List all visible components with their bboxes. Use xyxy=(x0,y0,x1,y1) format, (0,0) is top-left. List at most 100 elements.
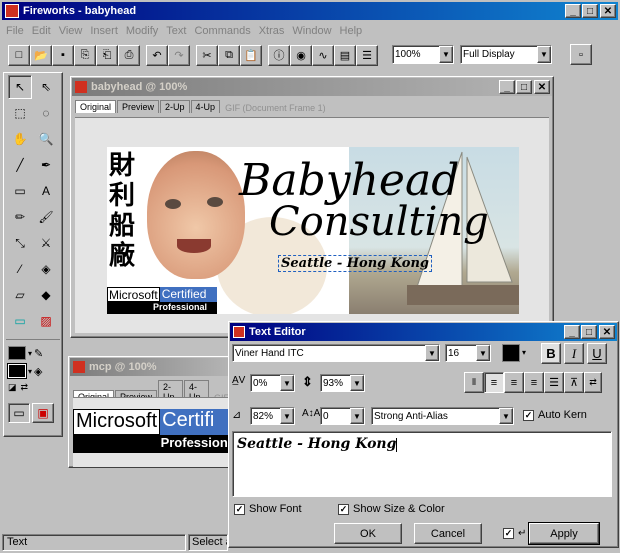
kerning-field[interactable]: 0% ▼ xyxy=(250,374,295,392)
tab-2up[interactable]: 2-Up xyxy=(160,100,190,113)
tab-preview[interactable]: Preview xyxy=(117,100,160,113)
color-icon[interactable]: ◉ xyxy=(290,44,312,66)
copy-icon[interactable]: ⧉ xyxy=(218,44,240,66)
redo-icon[interactable]: ↷ xyxy=(168,44,190,66)
stroke-icon[interactable]: ∿ xyxy=(312,44,334,66)
export-icon[interactable]: ⎗ xyxy=(96,44,118,66)
show-size-color-checkbox[interactable]: ✓ Show Size & Color xyxy=(338,503,445,515)
default-colors-icon[interactable]: ◪ xyxy=(8,382,17,393)
minimize-icon[interactable]: _ xyxy=(564,325,580,339)
pointer-icon[interactable]: ↖ xyxy=(8,75,32,99)
import-icon[interactable]: ⎘ xyxy=(74,44,96,66)
info-icon[interactable]: ⓘ xyxy=(268,44,290,66)
italic-button[interactable]: I xyxy=(564,343,584,364)
pen-icon[interactable]: ✒ xyxy=(34,153,58,177)
slice-icon[interactable]: ▨ xyxy=(34,309,58,333)
stroke-swatch[interactable] xyxy=(8,346,26,360)
lasso-icon[interactable]: ◌ xyxy=(34,101,58,125)
document-window-mcp: mcp @ 100% Original Preview 2-Up 4-Up GI… xyxy=(68,356,234,468)
menu-file[interactable]: File xyxy=(6,25,24,37)
align-center-icon[interactable]: ≡ xyxy=(504,372,524,393)
subselect-icon[interactable]: ⇖ xyxy=(34,75,58,99)
frames-icon[interactable]: ▤ xyxy=(334,44,356,66)
text-icon[interactable]: A xyxy=(34,179,58,203)
standard-view-icon[interactable]: ▭ xyxy=(8,403,30,423)
close-icon[interactable]: ✕ xyxy=(534,80,550,94)
menu-commands[interactable]: Commands xyxy=(194,25,250,37)
show-font-checkbox[interactable]: ✓ Show Font xyxy=(234,503,302,515)
align-left-icon[interactable]: ≡ xyxy=(484,372,504,393)
anti-alias-select[interactable]: Strong Anti-Alias ▼ xyxy=(371,407,514,425)
eyedropper-icon[interactable]: ⁄ xyxy=(8,257,32,281)
maximize-icon[interactable]: □ xyxy=(582,4,598,18)
swap-colors-icon[interactable]: ⇄ xyxy=(21,382,29,393)
paste-icon[interactable]: 📋 xyxy=(240,44,262,66)
hotspot-icon[interactable]: ▭ xyxy=(8,309,32,333)
scale-icon[interactable]: ⤡ xyxy=(8,231,32,255)
text-direction-icon[interactable]: ⇄ xyxy=(584,372,602,393)
menu-help[interactable]: Help xyxy=(340,25,363,37)
rubber-stamp-icon[interactable]: ◆ xyxy=(34,283,58,307)
save-icon[interactable]: ▪ xyxy=(52,44,74,66)
menu-window[interactable]: Window xyxy=(292,25,331,37)
vertical-text-icon[interactable]: ⫴ xyxy=(464,372,484,393)
apply-button[interactable]: Apply xyxy=(528,522,600,545)
chevron-down-icon[interactable]: ▾ xyxy=(28,349,32,358)
menu-edit[interactable]: Edit xyxy=(32,25,51,37)
paint-bucket-icon[interactable]: ◈ xyxy=(34,257,58,281)
horizontal-scale-field[interactable]: 82% ▼ xyxy=(250,407,295,425)
justify-icon[interactable]: ☰ xyxy=(544,372,564,393)
close-icon[interactable]: ✕ xyxy=(600,4,616,18)
new-icon[interactable]: □ xyxy=(8,44,30,66)
minimize-icon[interactable]: _ xyxy=(565,4,581,18)
menu-modify[interactable]: Modify xyxy=(126,25,158,37)
menu-text[interactable]: Text xyxy=(166,25,186,37)
leading-field[interactable]: 93% ▼ xyxy=(320,374,365,392)
location-text[interactable]: Seattle - Hong Kong xyxy=(278,255,432,272)
maximize-icon[interactable]: □ xyxy=(516,80,532,94)
menu-view[interactable]: View xyxy=(59,25,83,37)
knife-icon[interactable]: ⚔ xyxy=(34,231,58,255)
tab-4up[interactable]: 4-Up xyxy=(190,100,221,113)
stretch-icon[interactable]: ⊼ xyxy=(564,372,584,393)
brush-icon[interactable]: 🖌 xyxy=(34,205,58,229)
maximize-icon[interactable]: □ xyxy=(581,325,597,339)
undo-icon[interactable]: ↶ xyxy=(146,44,168,66)
cancel-button[interactable]: Cancel xyxy=(414,523,482,544)
text-color-swatch[interactable] xyxy=(502,344,520,362)
text-content: Seattle - Hong Kong xyxy=(237,436,397,452)
font-select[interactable]: Viner Hand ITC ▼ xyxy=(232,344,440,362)
size-select[interactable]: 16 ▼ xyxy=(445,344,491,362)
chevron-down-icon[interactable]: ▾ xyxy=(522,348,526,357)
zoom-icon[interactable]: 🔍 xyxy=(34,127,58,151)
eraser-icon[interactable]: ▱ xyxy=(8,283,32,307)
tab-original[interactable]: Original xyxy=(75,100,117,113)
hand-icon[interactable]: ✋ xyxy=(8,127,32,151)
align-right-icon[interactable]: ≡ xyxy=(524,372,544,393)
cut-icon[interactable]: ✂ xyxy=(196,44,218,66)
baseline-shift-field[interactable]: 0 ▼ xyxy=(320,407,365,425)
fullscreen-view-icon[interactable]: ▣ xyxy=(32,403,54,423)
display-select[interactable]: Full Display ▼ xyxy=(460,45,552,64)
marquee-icon[interactable]: ⬚ xyxy=(8,101,32,125)
bold-button[interactable]: B xyxy=(541,343,561,364)
ok-button[interactable]: OK xyxy=(334,523,402,544)
auto-kern-checkbox[interactable]: ✓ Auto Kern xyxy=(523,409,587,421)
fill-swatch[interactable] xyxy=(7,363,27,379)
underline-button[interactable]: U xyxy=(587,343,607,364)
page-icon[interactable]: ▫ xyxy=(570,44,592,65)
pencil-icon[interactable]: ✏ xyxy=(8,205,32,229)
minimize-icon[interactable]: _ xyxy=(499,80,515,94)
layers-icon[interactable]: ☰ xyxy=(356,44,378,66)
chevron-down-icon[interactable]: ▾ xyxy=(28,367,32,376)
rectangle-icon[interactable]: ▭ xyxy=(8,179,32,203)
open-icon[interactable]: 📂 xyxy=(30,44,52,66)
apply-auto-checkbox[interactable]: ✓ ↵ xyxy=(503,528,526,539)
close-icon[interactable]: ✕ xyxy=(599,325,615,339)
menu-insert[interactable]: Insert xyxy=(90,25,118,37)
line-icon[interactable]: ╱ xyxy=(8,153,32,177)
text-content-area[interactable]: Seattle - Hong Kong xyxy=(232,431,612,497)
zoom-select[interactable]: 100% ▼ xyxy=(392,45,454,64)
print-icon[interactable]: ⎙ xyxy=(118,44,140,66)
menu-xtras[interactable]: Xtras xyxy=(259,25,285,37)
